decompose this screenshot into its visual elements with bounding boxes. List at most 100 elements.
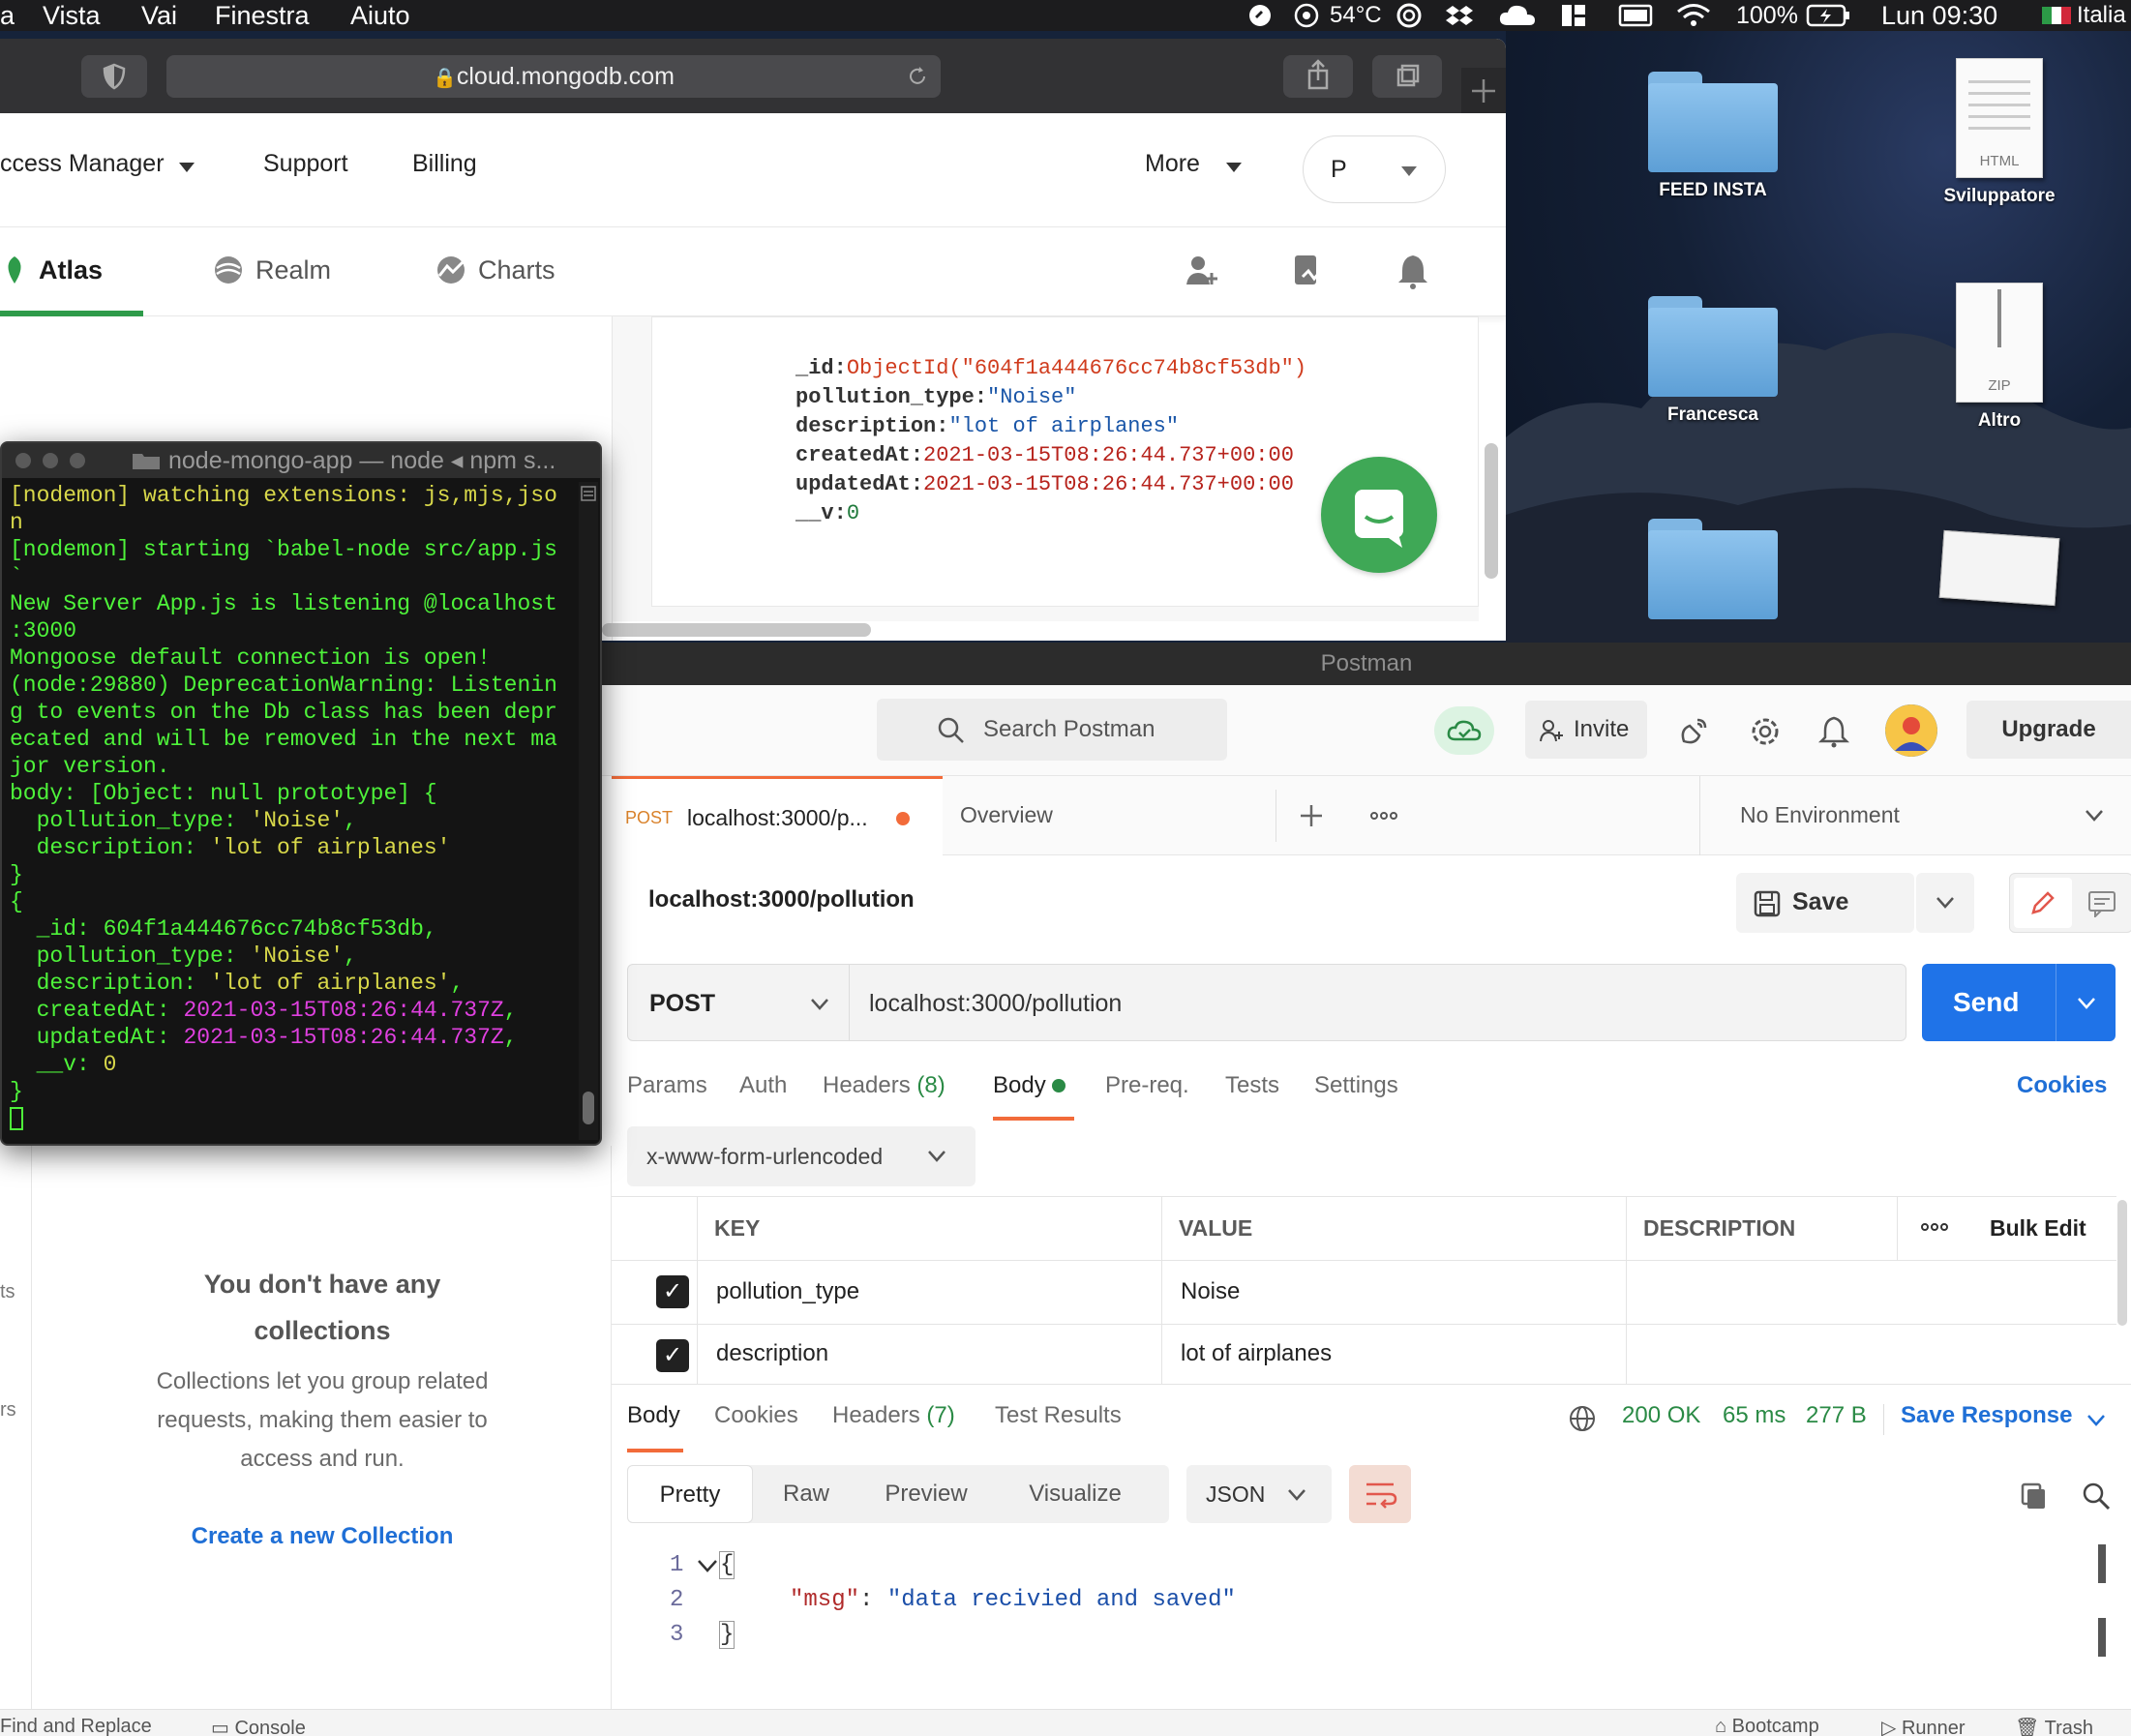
trash-button[interactable]: 🗑 Trash — [2015, 1716, 2093, 1736]
tab-atlas[interactable]: Atlas — [0, 254, 103, 285]
param-key[interactable]: description — [716, 1322, 828, 1386]
menu-item-vai[interactable]: Vai — [141, 0, 177, 31]
more-options-icon[interactable] — [1368, 801, 1399, 830]
tab-body[interactable]: Body — [993, 1072, 1066, 1099]
request-tab-active[interactable]: POST localhost:3000/p... — [612, 776, 943, 855]
tab-prereq[interactable]: Pre-req. — [1105, 1072, 1189, 1099]
desktop-screenshot-stack[interactable] — [1903, 529, 2096, 607]
comment-icon[interactable] — [2087, 890, 2116, 917]
new-tab-button[interactable] — [1461, 68, 1506, 113]
menu-item-finestra[interactable]: Finestra — [215, 0, 310, 31]
params-scrollbar[interactable] — [2117, 1200, 2127, 1326]
display-icon[interactable] — [1618, 3, 1653, 28]
sync-status-button[interactable] — [1434, 706, 1494, 755]
org-selector[interactable]: P — [1303, 135, 1446, 203]
bulk-edit-button[interactable]: Bulk Edit — [1990, 1196, 2086, 1260]
desktop-file-sviluppatore[interactable]: HTML Sviluppatore — [1903, 58, 2096, 207]
response-time[interactable]: 65 ms — [1723, 1402, 1786, 1429]
fold-chevron-icon[interactable] — [697, 1558, 718, 1573]
chevron-down-icon[interactable] — [2085, 809, 2104, 823]
request-url-input[interactable]: localhost:3000/pollution — [850, 964, 1906, 1041]
nav-support[interactable]: Support — [263, 150, 348, 178]
settings-gear-icon[interactable] — [1748, 714, 1783, 749]
response-status[interactable]: 200 OK — [1622, 1402, 1700, 1429]
minimize-window-button[interactable] — [43, 453, 58, 468]
body-type-select[interactable]: x-www-form-urlencoded — [627, 1126, 975, 1186]
caret-down-icon[interactable] — [1225, 162, 1243, 173]
view-preview[interactable]: Preview — [859, 1465, 993, 1523]
search-postman-input[interactable]: Search Postman — [877, 699, 1227, 761]
globe-icon[interactable] — [1568, 1404, 1597, 1433]
view-visualize[interactable]: Visualize — [993, 1465, 1157, 1523]
menu-item-app-edge[interactable]: a — [0, 0, 15, 31]
bootcamp-button[interactable]: ⌂ Bootcamp — [1715, 1716, 1819, 1736]
nav-billing[interactable]: Billing — [412, 150, 477, 178]
document-scrollbar[interactable] — [1485, 443, 1498, 579]
nav-access-manager[interactable]: ccess Manager — [0, 150, 165, 178]
send-button[interactable]: Send — [1922, 964, 2116, 1041]
italian-flag-icon[interactable] — [2040, 3, 2073, 28]
nav-more[interactable]: More — [1145, 150, 1200, 178]
temperature-readout[interactable]: 54°C — [1330, 0, 1382, 31]
privacy-shield-button[interactable] — [81, 55, 147, 98]
satellite-icon[interactable] — [1676, 714, 1711, 749]
battery-percentage[interactable]: 100% — [1736, 0, 1798, 31]
reload-icon[interactable] — [906, 65, 929, 88]
cookies-link[interactable]: Cookies — [2017, 1072, 2107, 1099]
zoom-window-button[interactable] — [70, 453, 85, 468]
dropbox-icon[interactable] — [1446, 3, 1473, 28]
param-value[interactable]: Noise — [1181, 1260, 1240, 1324]
response-size[interactable]: 277 B — [1806, 1402, 1867, 1429]
terminal-scroll-thumb[interactable] — [583, 1092, 594, 1124]
save-button[interactable]: Save — [1736, 873, 1914, 933]
tab-headers[interactable]: Headers (8) — [823, 1072, 945, 1099]
clock[interactable]: Lun 09:30 — [1881, 0, 1997, 31]
chevron-down-icon[interactable] — [2086, 1414, 2106, 1427]
chevron-down-icon[interactable] — [2077, 997, 2096, 1010]
http-method-select[interactable]: POST — [627, 964, 850, 1041]
activity-feed-icon[interactable] — [1289, 252, 1328, 290]
runner-button[interactable]: ▷ Runner — [1881, 1716, 1966, 1736]
address-bar[interactable]: 🔒cloud.mongodb.com — [166, 55, 941, 98]
save-response-button[interactable]: Save Response — [1901, 1402, 2072, 1429]
edit-mode-button[interactable] — [2014, 878, 2072, 928]
environment-selector[interactable]: No Environment — [1740, 802, 1900, 828]
param-value[interactable]: lot of airplanes — [1181, 1322, 1332, 1386]
desktop-folder-feed-insta[interactable]: FEED INSTA — [1616, 72, 1810, 201]
bell-icon[interactable] — [1396, 252, 1430, 290]
upgrade-button[interactable]: Upgrade — [1966, 701, 2131, 759]
response-tab-body[interactable]: Body — [627, 1402, 680, 1429]
new-tab-plus-icon[interactable] — [1297, 801, 1326, 830]
tab-params[interactable]: Params — [627, 1072, 707, 1099]
support-chat-button[interactable] — [1321, 457, 1437, 573]
wifi-icon[interactable] — [1676, 3, 1711, 28]
overview-tab[interactable]: Overview — [960, 802, 1053, 828]
horizontal-scrollbar[interactable] — [602, 623, 871, 637]
user-avatar[interactable] — [1885, 704, 1937, 757]
desktop-file-altro[interactable]: ZIP Altro — [1903, 283, 2096, 432]
response-tab-test-results[interactable]: Test Results — [995, 1402, 1122, 1429]
close-window-button[interactable] — [15, 453, 31, 468]
row-enabled-checkbox[interactable]: ✓ — [656, 1339, 689, 1372]
magnet-layout-icon[interactable] — [1560, 3, 1587, 28]
tab-charts[interactable]: Charts — [434, 254, 555, 285]
script-icon[interactable] — [1246, 3, 1274, 28]
view-raw[interactable]: Raw — [753, 1465, 859, 1523]
copy-icon[interactable] — [2019, 1481, 2050, 1512]
battery-icon[interactable] — [1806, 3, 1850, 28]
wrap-lines-button[interactable] — [1349, 1465, 1411, 1523]
invite-button[interactable]: Invite — [1525, 701, 1647, 759]
response-tab-cookies[interactable]: Cookies — [714, 1402, 798, 1429]
request-name[interactable]: localhost:3000/pollution — [648, 886, 915, 913]
menu-item-vista[interactable]: Vista — [43, 0, 101, 31]
add-user-icon[interactable] — [1183, 252, 1221, 290]
tab-settings[interactable]: Settings — [1314, 1072, 1398, 1099]
terminal-output[interactable]: [nodemon] watching extensions: js,mjs,js… — [10, 482, 571, 1140]
table-options-icon[interactable] — [1918, 1217, 1951, 1237]
find-replace-button[interactable]: Find and Replace — [0, 1716, 152, 1736]
icloud-icon[interactable] — [1498, 3, 1537, 28]
row-enabled-checkbox[interactable]: ✓ — [656, 1275, 689, 1308]
split-pane-icon[interactable] — [581, 486, 596, 501]
tab-auth[interactable]: Auth — [739, 1072, 787, 1099]
input-language[interactable]: Italia — [2077, 0, 2126, 31]
